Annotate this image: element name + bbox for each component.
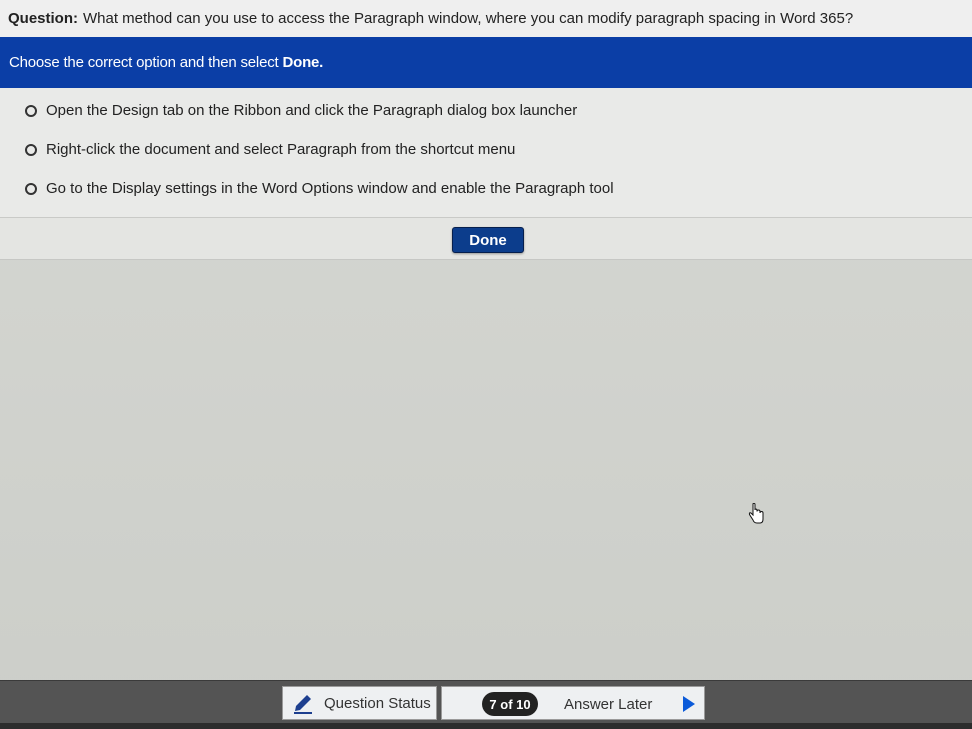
option-1-label: Open the Design tab on the Ribbon and cl…	[46, 102, 578, 119]
pencil-icon	[294, 695, 312, 714]
done-button[interactable]: Done	[452, 227, 524, 253]
question-status-label: Question Status	[324, 694, 431, 712]
hand-cursor-icon	[748, 503, 764, 524]
footer-toolbar: Question Status 7 of 10 Answer Later	[0, 680, 972, 729]
empty-workspace	[0, 260, 972, 680]
play-arrow-icon[interactable]	[682, 695, 696, 713]
question-header: Question: What method can you use to acc…	[0, 0, 972, 37]
option-3[interactable]: Go to the Display settings in the Word O…	[25, 180, 614, 197]
quiz-page: Question: What method can you use to acc…	[0, 0, 972, 729]
radio-button-3[interactable]	[25, 182, 37, 195]
instruction-banner: Choose the correct option and then selec…	[0, 37, 972, 88]
question-label: Question:	[8, 10, 78, 27]
answer-later-button[interactable]: Answer Later	[564, 687, 652, 721]
option-3-label: Go to the Display settings in the Word O…	[46, 180, 614, 197]
radio-button-2[interactable]	[25, 143, 37, 156]
option-2-label: Right-click the document and select Para…	[46, 141, 516, 158]
question-progress-badge: 7 of 10	[482, 692, 538, 716]
instruction-done-emphasis: Done.	[282, 54, 324, 71]
answer-options: Open the Design tab on the Ribbon and cl…	[0, 88, 972, 218]
instruction-text: Choose the correct option and then selec…	[9, 54, 279, 71]
done-row: Done	[0, 218, 972, 260]
option-1[interactable]: Open the Design tab on the Ribbon and cl…	[25, 102, 577, 119]
question-navigation: 7 of 10 Answer Later	[441, 686, 705, 720]
option-2[interactable]: Right-click the document and select Para…	[25, 141, 515, 158]
footer-edge	[0, 723, 972, 729]
question-status-button[interactable]: Question Status	[282, 686, 437, 720]
question-text: What method can you use to access the Pa…	[83, 10, 854, 27]
radio-button-1[interactable]	[25, 104, 37, 117]
